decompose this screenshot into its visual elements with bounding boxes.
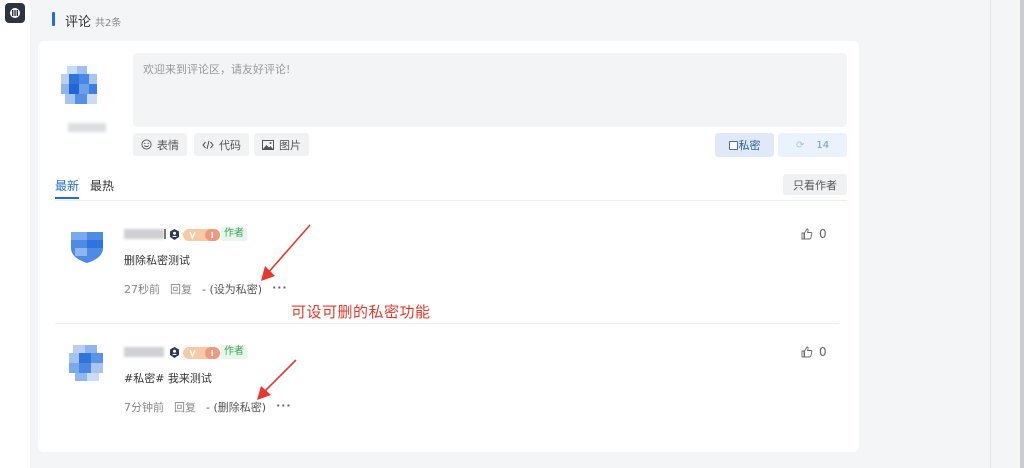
comments-header: 评论 共2条 — [52, 11, 122, 30]
level-badge-icon — [183, 347, 220, 359]
like-button[interactable]: 0 — [801, 345, 827, 359]
comment-divider — [55, 323, 839, 324]
comments-count: 共2条 — [95, 18, 122, 29]
thumbs-up-icon — [801, 228, 813, 240]
verified-icon — [170, 229, 179, 240]
comment-avatar — [69, 345, 103, 381]
smile-icon — [141, 139, 152, 150]
reply-button[interactable]: 回复 — [174, 399, 196, 415]
thumbs-up-icon — [801, 346, 813, 358]
emoji-button-label: 表情 — [157, 138, 179, 152]
comment-time: 7分钟前 — [124, 401, 164, 414]
vertical-scrollbar[interactable] — [1020, 0, 1024, 468]
verified-icon — [170, 347, 179, 358]
comment-input[interactable]: 欢迎来到评论区，请友好评论! — [133, 53, 847, 127]
comment-text: #私密# 我来测试 — [124, 372, 212, 385]
app-menu-button[interactable] — [5, 3, 25, 23]
annotation-arrow-icon — [261, 224, 311, 281]
like-count: 0 — [819, 345, 827, 359]
comment-text: 删除私密测试 — [124, 254, 190, 267]
scroll-gutter — [990, 0, 991, 468]
left-toolbar — [0, 0, 30, 468]
section-accent-bar — [52, 12, 55, 26]
emoji-button[interactable]: 表情 — [133, 133, 187, 156]
annotation-arrow-icon — [257, 359, 297, 400]
current-user-name-blurred — [68, 123, 106, 132]
author-only-label: 只看作者 — [793, 178, 837, 192]
code-button[interactable]: 代码 — [194, 133, 249, 156]
comments-card: 欢迎来到评论区，请友好评论! 表情 代码 图片 私密 ⟳ 14 最新 最热 只看… — [38, 41, 859, 452]
tab-latest[interactable]: 最新 — [55, 177, 79, 194]
image-button-label: 图片 — [279, 138, 301, 152]
tabs-divider — [55, 200, 847, 201]
level-badge-icon — [183, 229, 220, 241]
author-badge: 作者 — [221, 345, 247, 359]
app-logo-icon — [10, 8, 20, 18]
private-toggle[interactable]: 私密 — [715, 133, 774, 157]
current-user-avatar — [61, 66, 97, 104]
reply-button[interactable]: 回复 — [170, 281, 192, 297]
private-checkbox[interactable] — [728, 140, 738, 150]
author-only-button[interactable]: 只看作者 — [783, 174, 847, 195]
comment-time: 27秒前 — [124, 283, 160, 296]
comment-author-name-blurred — [124, 347, 164, 357]
author-badge: 作者 — [221, 227, 247, 241]
like-button[interactable]: 0 — [801, 227, 827, 241]
image-icon — [262, 139, 274, 150]
comment-input-placeholder: 欢迎来到评论区，请友好评论! — [143, 63, 291, 76]
annotation-text: 可设可删的私密功能 — [291, 303, 431, 321]
loading-icon: ⟳ — [795, 139, 805, 151]
comment-author-name-edge — [164, 229, 166, 239]
submit-button[interactable]: ⟳ 14 — [778, 133, 847, 157]
active-tab-indicator — [55, 197, 79, 199]
code-button-label: 代码 — [219, 138, 241, 152]
tab-hottest[interactable]: 最热 — [90, 177, 114, 194]
comment-author-name-blurred — [124, 229, 164, 239]
comments-title: 评论 — [65, 15, 92, 30]
set-private-button[interactable]: - (设为私密) — [202, 281, 262, 297]
like-count: 0 — [819, 227, 827, 241]
image-button[interactable]: 图片 — [254, 133, 309, 156]
comment-avatar — [71, 232, 103, 263]
private-toggle-label: 私密 — [738, 139, 761, 152]
code-icon — [202, 140, 214, 149]
submit-counter: 14 — [816, 139, 830, 151]
